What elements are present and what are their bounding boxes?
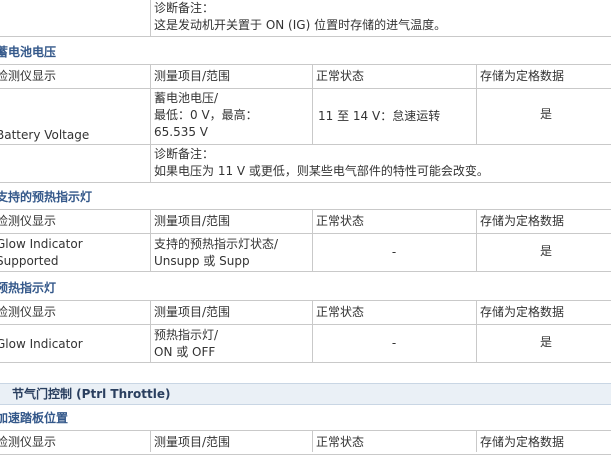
- header-normal: 正常状态: [316, 69, 365, 83]
- note-text: 这是发动机开关置于 ON (IG) 位置时存储的进气温度。: [154, 18, 447, 32]
- table-header-row: 检测仪显示 测量项目/范围 正常状态 存储为定格数据: [0, 430, 611, 455]
- header-tester: 检测仪显示: [0, 214, 57, 228]
- header-freeze: 存储为定格数据: [480, 69, 565, 83]
- header-normal: 正常状态: [316, 435, 365, 449]
- header-tester: 检测仪显示: [0, 305, 57, 319]
- glow-supported-tester-display: Glow Indicator Supported: [0, 237, 83, 268]
- battery-tester-display: Battery Voltage: [0, 128, 90, 142]
- table-row-battery: Battery Voltage 蓄电池电压/ 最低：0 V，最高： 65.535…: [0, 88, 611, 145]
- glow-tester-display: Glow Indicator: [0, 337, 83, 351]
- glow-normal: -: [391, 336, 397, 350]
- header-freeze: 存储为定格数据: [480, 305, 565, 319]
- intake-temp-note: 诊断备注： 这是发动机开关置于 ON (IG) 位置时存储的进气温度。: [150, 0, 611, 37]
- header-freeze: 存储为定格数据: [480, 435, 565, 449]
- header-normal: 正常状态: [316, 305, 365, 319]
- table-header-row: 检测仪显示 测量项目/范围 正常状态 存储为定格数据: [0, 300, 611, 325]
- header-range: 测量项目/范围: [154, 69, 231, 83]
- header-tester: 检测仪显示: [0, 69, 57, 83]
- battery-freeze: 是: [539, 107, 552, 121]
- battery-note: 诊断备注： 如果电压为 11 V 或更低，则某些电气部件的特性可能会改变。: [154, 147, 489, 178]
- header-range: 测量项目/范围: [154, 305, 231, 319]
- header-freeze: 存储为定格数据: [480, 214, 565, 228]
- glow-supported-normal: -: [391, 245, 397, 259]
- section-title-accel: 加速踏板位置: [0, 411, 69, 425]
- table-header-row: 检测仪显示 测量项目/范围 正常状态 存储为定格数据: [0, 209, 611, 234]
- header-range: 测量项目/范围: [154, 214, 231, 228]
- glow-supported-freeze: 是: [539, 244, 552, 258]
- table-row-glow: Glow Indicator 预热指示灯/ ON 或 OFF - 是: [0, 324, 611, 363]
- glow-supported-range: 支持的预热指示灯状态/ Unsupp 或 Supp: [154, 237, 279, 268]
- battery-note-row: 诊断备注： 如果电压为 11 V 或更低，则某些电气部件的特性可能会改变。: [0, 145, 611, 183]
- glow-range: 预热指示灯/ ON 或 OFF: [154, 328, 219, 359]
- header-normal: 正常状态: [316, 214, 365, 228]
- table-header-row: 检测仪显示 测量项目/范围 正常状态 存储为定格数据: [0, 64, 611, 89]
- glow-freeze: 是: [539, 335, 552, 349]
- throttle-band-title: 节气门控制 (Ptrl Throttle): [12, 387, 171, 401]
- header-tester: 检测仪显示: [0, 435, 57, 449]
- intake-temp-note-row: 诊断备注： 这是发动机开关置于 ON (IG) 位置时存储的进气温度。: [0, 0, 611, 37]
- section-band-throttle: 节气门控制 (Ptrl Throttle): [0, 383, 611, 405]
- header-range: 测量项目/范围: [154, 435, 231, 449]
- battery-range: 蓄电池电压/ 最低：0 V，最高： 65.535 V: [154, 91, 258, 139]
- section-title-glow: 预热指示灯: [0, 281, 57, 295]
- section-title-battery: 蓄电池电压: [0, 45, 57, 59]
- section-title-glow-supported: 支持的预热指示灯: [0, 190, 93, 204]
- battery-normal: 11 至 14 V：怠速运转: [318, 109, 441, 123]
- table-row-glow-supported: Glow Indicator Supported 支持的预热指示灯状态/ Uns…: [0, 233, 611, 272]
- note-label: 诊断备注：: [154, 1, 215, 15]
